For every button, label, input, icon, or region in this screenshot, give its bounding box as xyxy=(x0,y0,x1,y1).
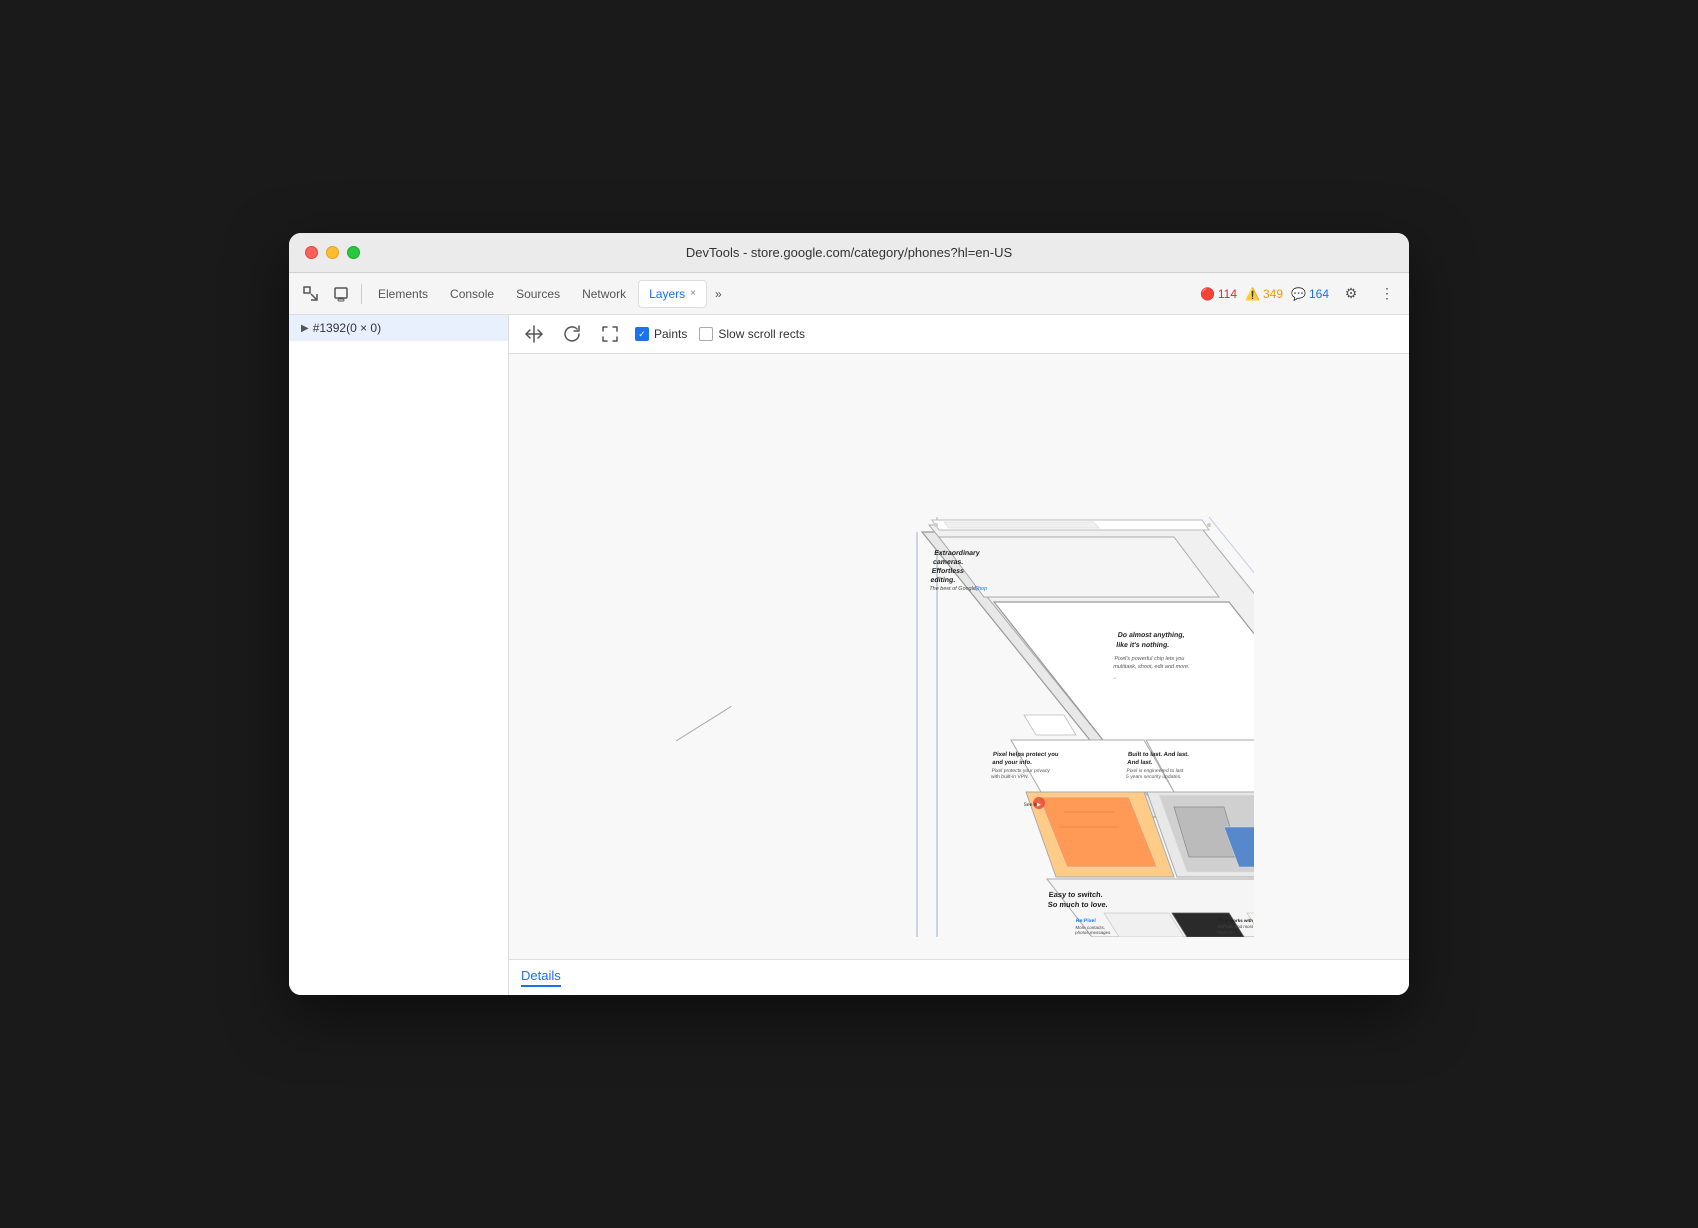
info-badge[interactable]: 💬 164 xyxy=(1291,287,1329,301)
inspect-element-button[interactable] xyxy=(297,280,325,308)
settings-button[interactable]: ⚙ xyxy=(1337,280,1365,308)
layers-panel-toolbar: ✓ Paints Slow scroll rects xyxy=(509,315,1409,354)
layers-3d-canvas[interactable]: Extraordinary cameras. Effortless editin… xyxy=(509,354,1409,959)
svg-text:Effortless: Effortless xyxy=(931,568,964,575)
gear-icon: ⚙ xyxy=(1345,285,1358,302)
tab-network[interactable]: Network xyxy=(572,280,636,308)
more-options-button[interactable]: ⋮ xyxy=(1373,280,1401,308)
layers-3d-svg: Extraordinary cameras. Effortless editin… xyxy=(664,377,1254,937)
rotate-tool-button[interactable] xyxy=(559,321,585,347)
svg-text:Pixel 2s.: Pixel 2s. xyxy=(1217,930,1234,935)
details-bar: Details xyxy=(509,959,1409,995)
svg-text:like it's nothing.: like it's nothing. xyxy=(1116,642,1170,649)
tab-elements[interactable]: Elements xyxy=(368,280,438,308)
warning-icon: ⚠️ xyxy=(1245,287,1260,301)
svg-text:Pixel's powerful chip lets you: Pixel's powerful chip lets you xyxy=(1114,656,1185,662)
svg-text:Extraordinary: Extraordinary xyxy=(934,550,980,557)
paints-checkbox[interactable]: ✓ xyxy=(635,327,649,341)
paints-label: Paints xyxy=(654,327,687,341)
devtools-window: DevTools - store.google.com/category/pho… xyxy=(289,233,1409,995)
svg-text:editing.: editing. xyxy=(930,577,956,584)
svg-text:→: → xyxy=(1111,675,1117,681)
svg-text:Easy to switch.: Easy to switch. xyxy=(1048,890,1103,899)
layers-panel: ✓ Paints Slow scroll rects xyxy=(509,315,1409,995)
svg-text:5 years security updates.: 5 years security updates. xyxy=(1126,774,1182,780)
svg-text:Built to last. And last.: Built to last. And last. xyxy=(1128,752,1190,758)
warning-badge[interactable]: ⚠️ 349 xyxy=(1245,287,1283,301)
tab-sources[interactable]: Sources xyxy=(506,280,570,308)
layer-tree-item[interactable]: ▶ #1392(0 × 0) xyxy=(289,315,508,341)
tab-layers[interactable]: Layers × xyxy=(638,280,707,308)
toolbar-right: 🔴 114 ⚠️ 349 💬 164 ⚙ ⋮ xyxy=(1200,280,1401,308)
svg-text:▶: ▶ xyxy=(1037,802,1041,808)
main-content: ▶ #1392(0 × 0) xyxy=(289,315,1409,995)
tree-arrow-icon: ▶ xyxy=(301,323,309,334)
svg-text:multitask, shoot, edit and mor: multitask, shoot, edit and more. xyxy=(1113,664,1191,670)
tab-more-button[interactable]: » xyxy=(709,283,728,305)
svg-text:Pixel works with: Pixel works with xyxy=(1218,918,1254,923)
svg-text:and your info.: and your info. xyxy=(992,760,1032,766)
svg-text:AirPods and most: AirPods and most xyxy=(1217,924,1254,929)
fit-tool-button[interactable] xyxy=(597,321,623,347)
slow-scroll-label: Slow scroll rects xyxy=(718,327,805,341)
svg-text:with built-in VPN.: with built-in VPN. xyxy=(991,774,1030,780)
traffic-lights xyxy=(305,246,360,259)
more-vert-icon: ⋮ xyxy=(1380,285,1394,302)
minimize-button[interactable] xyxy=(326,246,339,259)
svg-text:Pixel helps protect you: Pixel helps protect you xyxy=(993,752,1059,758)
svg-text:Shop: Shop xyxy=(974,586,988,592)
device-toolbar-button[interactable] xyxy=(327,280,355,308)
svg-text:The best of Google,: The best of Google, xyxy=(929,586,979,592)
maximize-button[interactable] xyxy=(347,246,360,259)
title-bar: DevTools - store.google.com/category/pho… xyxy=(289,233,1409,273)
svg-text:Do almost anything,: Do almost anything, xyxy=(1117,632,1185,639)
slow-scroll-checkbox[interactable] xyxy=(699,327,713,341)
svg-text:So much to love.: So much to love. xyxy=(1047,900,1108,909)
info-icon: 💬 xyxy=(1291,287,1306,301)
tab-console[interactable]: Console xyxy=(440,280,504,308)
details-tab[interactable]: Details xyxy=(521,968,561,987)
svg-text:photos,messages: photos,messages xyxy=(1075,930,1111,935)
svg-text:Re:Pixel: Re:Pixel xyxy=(1076,918,1097,924)
svg-text:cameras.: cameras. xyxy=(932,559,963,566)
slow-scroll-option[interactable]: Slow scroll rects xyxy=(699,327,805,341)
svg-text:See it: See it xyxy=(1023,802,1037,808)
devtools-toolbar: Elements Console Sources Network Layers … xyxy=(289,273,1409,315)
paints-option[interactable]: ✓ Paints xyxy=(635,327,687,341)
window-title: DevTools - store.google.com/category/pho… xyxy=(686,245,1012,260)
error-icon: 🔴 xyxy=(1200,287,1215,301)
layers-sidebar: ▶ #1392(0 × 0) xyxy=(289,315,509,995)
error-badge[interactable]: 🔴 114 xyxy=(1200,287,1237,301)
svg-text:And last.: And last. xyxy=(1127,760,1153,766)
tab-layers-close[interactable]: × xyxy=(690,288,696,299)
close-button[interactable] xyxy=(305,246,318,259)
pan-tool-button[interactable] xyxy=(521,321,547,347)
toolbar-separator-1 xyxy=(361,284,362,304)
